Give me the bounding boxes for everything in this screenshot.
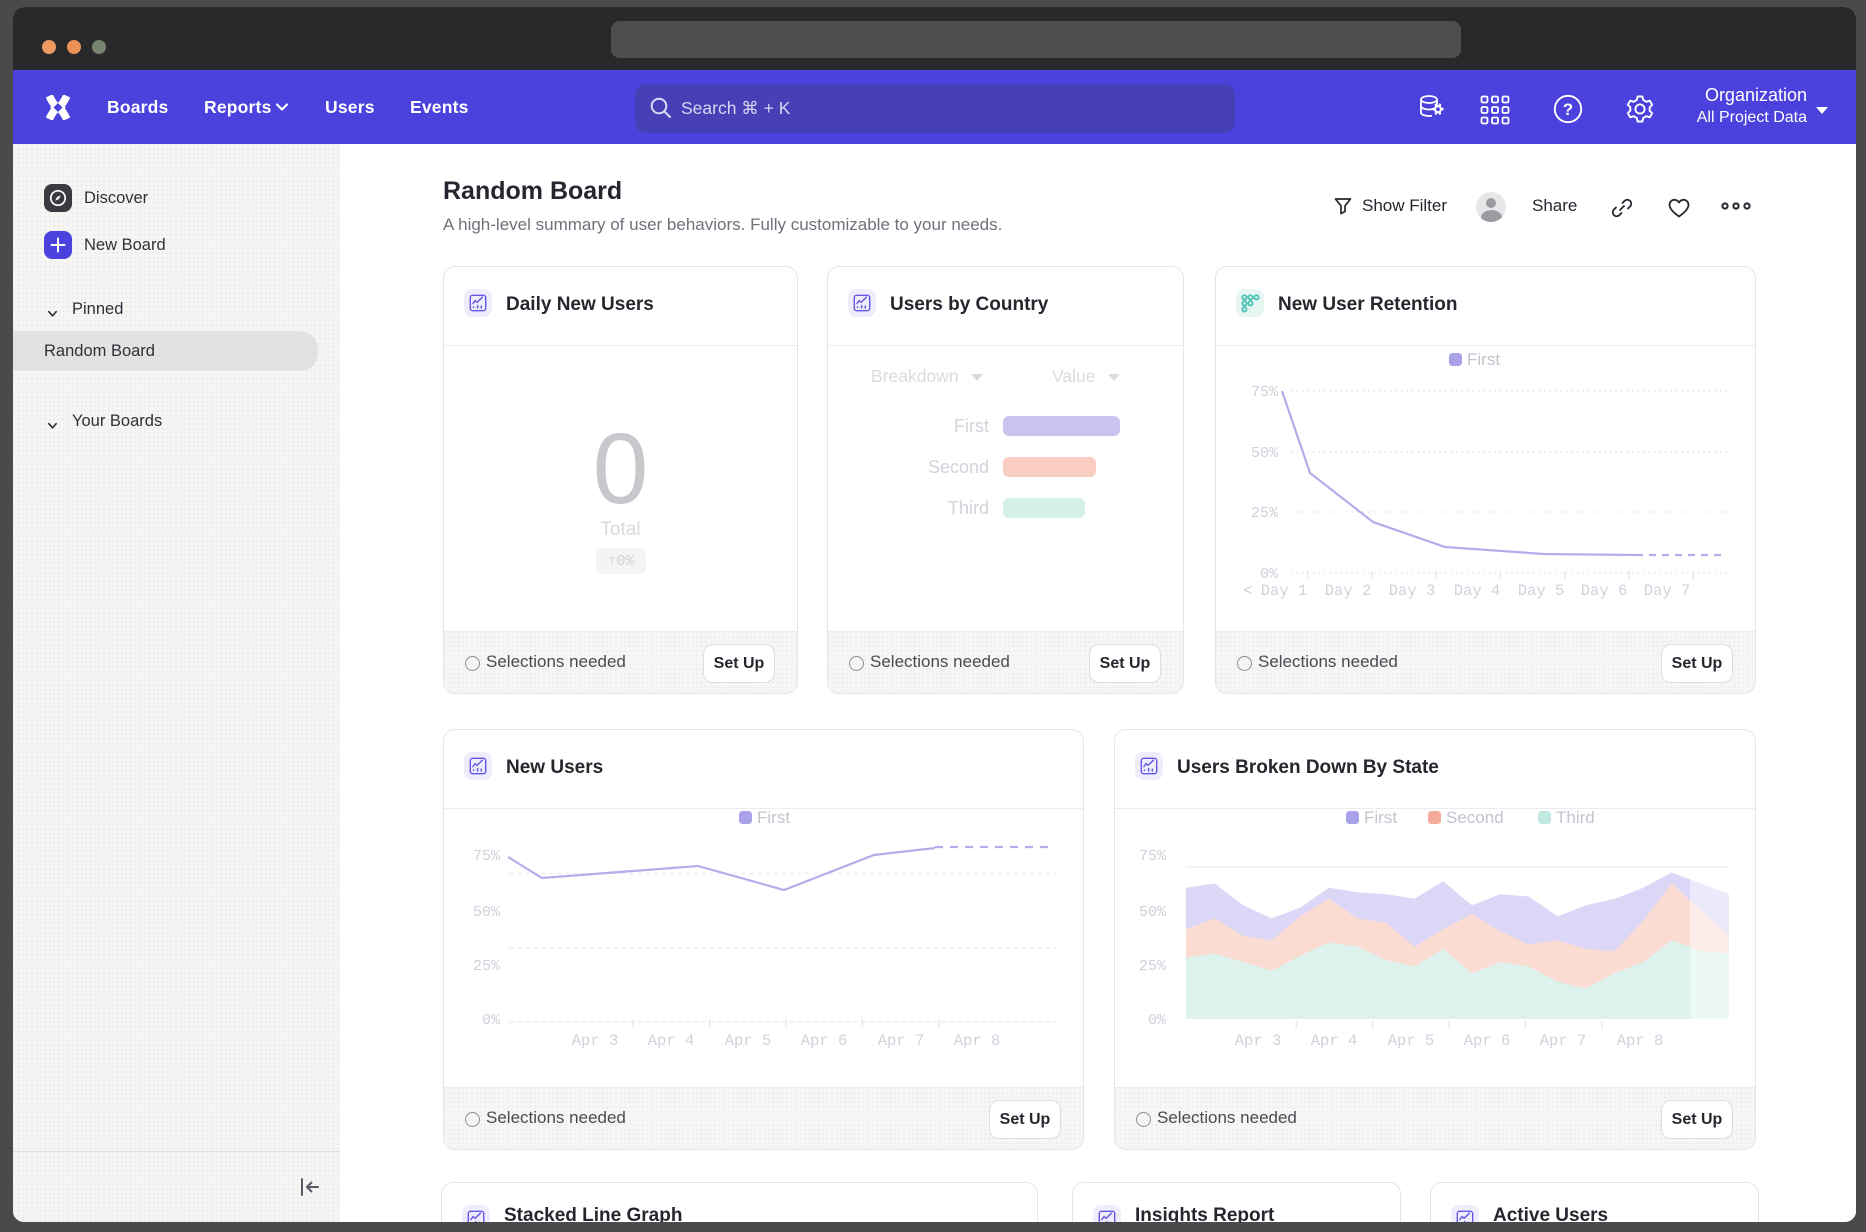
- svg-text:Second: Second: [1446, 809, 1504, 827]
- svg-text:75%: 75%: [473, 848, 501, 865]
- svg-text:Apr 6: Apr 6: [1464, 1032, 1511, 1050]
- svg-text:0%: 0%: [1260, 566, 1279, 583]
- svg-text:75%: 75%: [1251, 384, 1279, 401]
- svg-text:25%: 25%: [1139, 958, 1167, 975]
- svg-text:?: ?: [1563, 100, 1573, 119]
- svg-text:Day 6: Day 6: [1581, 582, 1628, 600]
- svg-text:Day 1: Day 1: [1261, 582, 1308, 600]
- svg-text:25%: 25%: [1251, 505, 1279, 522]
- svg-text:Apr 7: Apr 7: [878, 1032, 925, 1050]
- svg-text:First: First: [1364, 809, 1397, 827]
- svg-text:50%: 50%: [473, 904, 501, 921]
- svg-text:<: <: [1243, 582, 1252, 600]
- svg-text:Apr 3: Apr 3: [572, 1032, 619, 1050]
- svg-text:0%: 0%: [482, 1012, 501, 1029]
- svg-text:Apr 8: Apr 8: [1617, 1032, 1664, 1050]
- svg-text:Apr 7: Apr 7: [1540, 1032, 1587, 1050]
- svg-text:50%: 50%: [1251, 445, 1279, 462]
- svg-text:0%: 0%: [1148, 1012, 1167, 1029]
- svg-text:Apr 5: Apr 5: [1388, 1032, 1435, 1050]
- svg-text:Apr 6: Apr 6: [801, 1032, 848, 1050]
- svg-text:First: First: [1467, 350, 1500, 369]
- svg-text:Day 2: Day 2: [1325, 582, 1372, 600]
- svg-text:Day 5: Day 5: [1518, 582, 1565, 600]
- svg-text:75%: 75%: [1139, 848, 1167, 865]
- svg-text:Apr 5: Apr 5: [725, 1032, 772, 1050]
- svg-text:Day 4: Day 4: [1454, 582, 1501, 600]
- svg-text:25%: 25%: [473, 958, 501, 975]
- svg-text:Day 7: Day 7: [1644, 582, 1691, 600]
- svg-text:Apr 3: Apr 3: [1235, 1032, 1282, 1050]
- svg-text:50%: 50%: [1139, 904, 1167, 921]
- svg-text:Third: Third: [1556, 809, 1595, 827]
- svg-text:Day 3: Day 3: [1389, 582, 1436, 600]
- svg-text:Apr 4: Apr 4: [1311, 1032, 1358, 1050]
- svg-text:First: First: [757, 809, 790, 827]
- svg-text:Apr 8: Apr 8: [954, 1032, 1001, 1050]
- svg-text:Apr 4: Apr 4: [648, 1032, 695, 1050]
